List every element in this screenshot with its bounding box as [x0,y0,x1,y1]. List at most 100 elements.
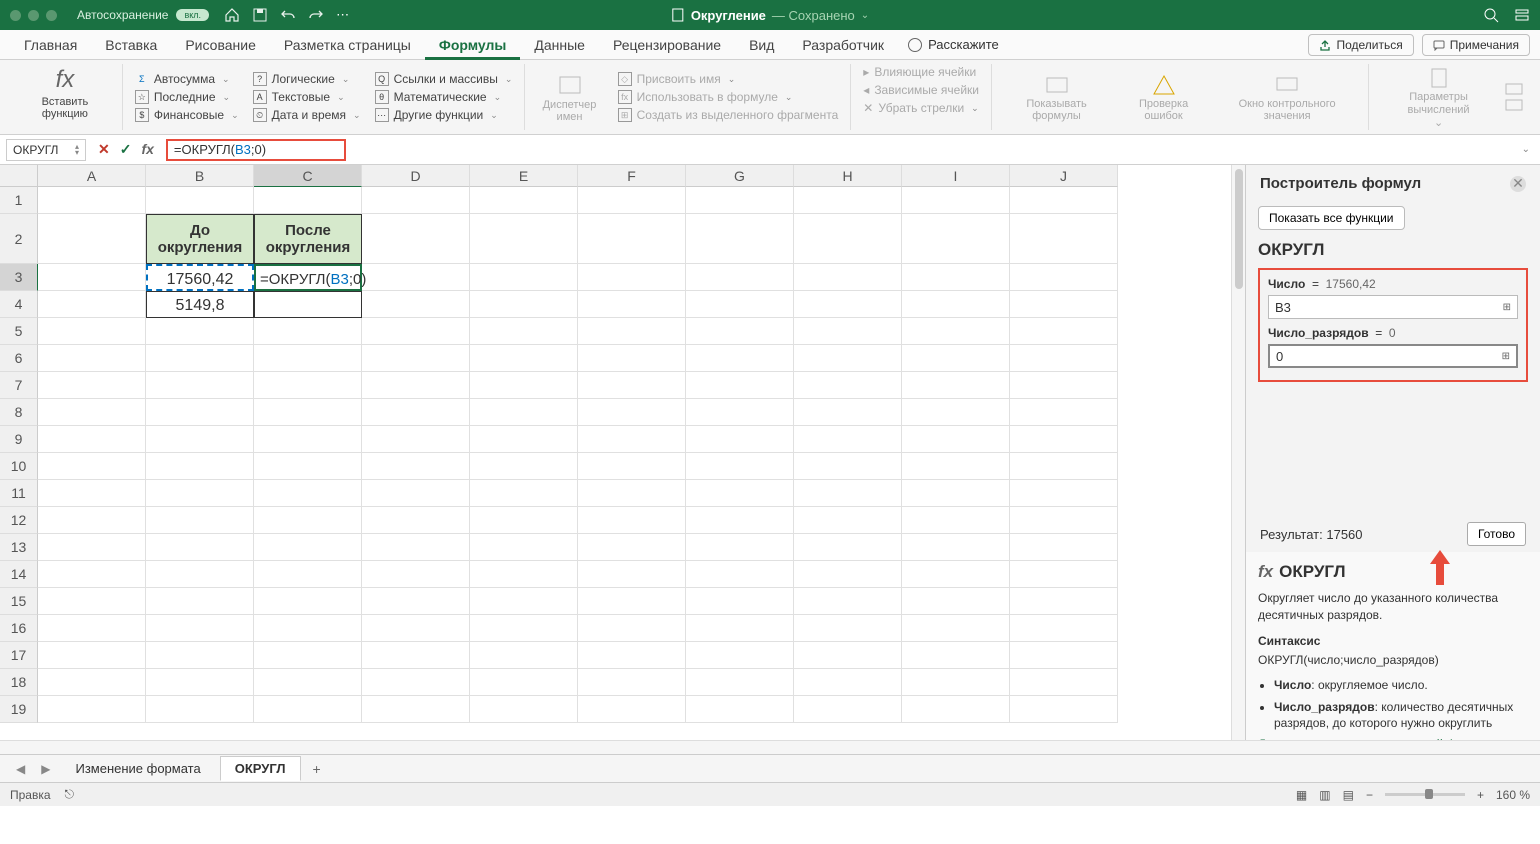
error-check-button[interactable]: Проверка ошибок [1117,70,1210,124]
name-manager-button[interactable]: Диспетчер имен [533,69,605,125]
zoom-slider[interactable] [1385,793,1465,796]
share-button[interactable]: Поделиться [1308,34,1413,56]
zoom-in-icon[interactable]: + [1477,788,1484,802]
tab-developer[interactable]: Разработчик [788,30,898,60]
vertical-scrollbar[interactable] [1231,165,1245,740]
range-select-icon[interactable]: ⊞ [1502,351,1510,362]
sheet-prev-icon[interactable]: ◀ [10,762,31,776]
row-8[interactable]: 8 [0,399,38,426]
cell-C3[interactable]: =ОКРУГЛ(B3;0) [254,264,362,291]
cell-C4[interactable] [254,291,362,318]
define-name-button[interactable]: ◇Присвоить имя⌄ [614,71,843,87]
home-icon[interactable] [224,7,240,23]
calc-options-button[interactable]: Параметры вычислений⌄ [1377,63,1500,130]
create-from-selection-button[interactable]: ⊞Создать из выделенного фрагмента [614,107,843,123]
zoom-out-icon[interactable]: − [1366,788,1373,802]
row-15[interactable]: 15 [0,588,38,615]
tab-formulas[interactable]: Формулы [425,30,521,60]
horizontal-scrollbar[interactable] [0,740,1540,754]
close-icon[interactable]: ✕ [1510,176,1526,192]
tell-me[interactable]: Расскажите [908,37,999,52]
comments-button[interactable]: Примечания [1422,34,1530,56]
cancel-icon[interactable]: ✕ [98,141,110,158]
text-button[interactable]: AТекстовые⌄ [249,89,365,105]
arg1-input[interactable]: B3 ⊞ [1268,295,1518,319]
autosum-button[interactable]: ΣАвтосумма⌄ [131,71,243,87]
save-icon[interactable] [252,7,268,23]
window-controls[interactable] [10,10,57,21]
autosave-toggle[interactable]: вкл. [176,9,209,21]
logical-button[interactable]: ?Логические⌄ [249,71,365,87]
watch-window-button[interactable]: Окно контрольного значения [1214,70,1360,124]
view-normal-icon[interactable]: ▦ [1296,788,1307,802]
math-button[interactable]: θМатематические⌄ [371,89,517,105]
done-button[interactable]: Готово [1467,522,1526,546]
row-12[interactable]: 12 [0,507,38,534]
zoom-level[interactable]: 160 % [1496,788,1530,802]
col-G[interactable]: G [686,165,794,187]
row-7[interactable]: 7 [0,372,38,399]
date-button[interactable]: ⏲Дата и время⌄ [249,107,365,123]
col-B[interactable]: B [146,165,254,187]
row-5[interactable]: 5 [0,318,38,345]
spreadsheet-grid[interactable]: A B C D E F G H I J 1 2До округленияПосл… [0,165,1231,740]
sheet-tab-1[interactable]: Изменение формата [60,756,215,781]
row-2[interactable]: 2 [0,214,38,264]
cell-C2[interactable]: После округления [254,214,362,264]
select-all-corner[interactable] [0,165,38,187]
accessibility-icon[interactable]: ⎋ [65,787,75,802]
row-4[interactable]: 4 [0,291,38,318]
remove-arrows-button[interactable]: ✕Убрать стрелки⌄ [859,100,983,116]
formula-input[interactable]: =ОКРУГЛ(B3;0) [166,139,346,161]
range-select-icon[interactable]: ⊞ [1503,302,1511,313]
view-break-icon[interactable]: ▤ [1343,788,1354,802]
name-box[interactable]: ОКРУГЛ ▴▾ [6,139,86,161]
show-all-functions-button[interactable]: Показать все функции [1258,206,1405,230]
row-13[interactable]: 13 [0,534,38,561]
lookup-button[interactable]: QСсылки и массивы⌄ [371,71,517,87]
row-18[interactable]: 18 [0,669,38,696]
confirm-icon[interactable]: ✓ [120,141,132,158]
col-H[interactable]: H [794,165,902,187]
row-3[interactable]: 3 [0,264,38,291]
row-1[interactable]: 1 [0,187,38,214]
tab-home[interactable]: Главная [10,30,91,60]
redo-icon[interactable] [308,7,324,23]
col-A[interactable]: A [38,165,146,187]
arg2-input[interactable]: 0 ⊞ [1268,344,1518,368]
recent-button[interactable]: ☆Последние⌄ [131,89,243,105]
row-6[interactable]: 6 [0,345,38,372]
sheet-tab-2[interactable]: ОКРУГЛ [220,756,301,781]
use-in-formula-button[interactable]: fxИспользовать в формуле⌄ [614,89,843,105]
row-14[interactable]: 14 [0,561,38,588]
ribbon-toggle-icon[interactable] [1514,7,1530,23]
collapse-icon[interactable]: ⌄ [1522,144,1530,155]
add-sheet-icon[interactable]: + [305,761,329,777]
cell-B2[interactable]: До округления [146,214,254,264]
col-J[interactable]: J [1010,165,1118,187]
undo-icon[interactable] [280,7,296,23]
col-F[interactable]: F [578,165,686,187]
tab-view[interactable]: Вид [735,30,788,60]
more-functions-button[interactable]: ⋯Другие функции⌄ [371,107,517,123]
sheet-next-icon[interactable]: ▶ [35,762,56,776]
insert-function-button[interactable]: fx Вставить функцию [16,64,114,122]
col-C[interactable]: C [254,165,362,187]
cell-B3[interactable]: 17560,42 [146,264,254,291]
search-icon[interactable] [1483,7,1499,23]
col-I[interactable]: I [902,165,1010,187]
trace-dependents-button[interactable]: ◂Зависимые ячейки [859,82,983,98]
financial-button[interactable]: $Финансовые⌄ [131,107,243,123]
fx-icon[interactable]: fx [141,141,153,158]
row-16[interactable]: 16 [0,615,38,642]
row-17[interactable]: 17 [0,642,38,669]
trace-precedents-button[interactable]: ▸Влияющие ячейки [859,64,983,80]
tab-review[interactable]: Рецензирование [599,30,735,60]
row-9[interactable]: 9 [0,426,38,453]
cell-B4[interactable]: 5149,8 [146,291,254,318]
tab-layout[interactable]: Разметка страницы [270,30,425,60]
show-formulas-button[interactable]: Показывать формулы [1000,70,1113,124]
col-D[interactable]: D [362,165,470,187]
help-link[interactable]: Дополнительная справка по этой функции [1258,737,1494,740]
view-layout-icon[interactable]: ▥ [1319,788,1330,802]
